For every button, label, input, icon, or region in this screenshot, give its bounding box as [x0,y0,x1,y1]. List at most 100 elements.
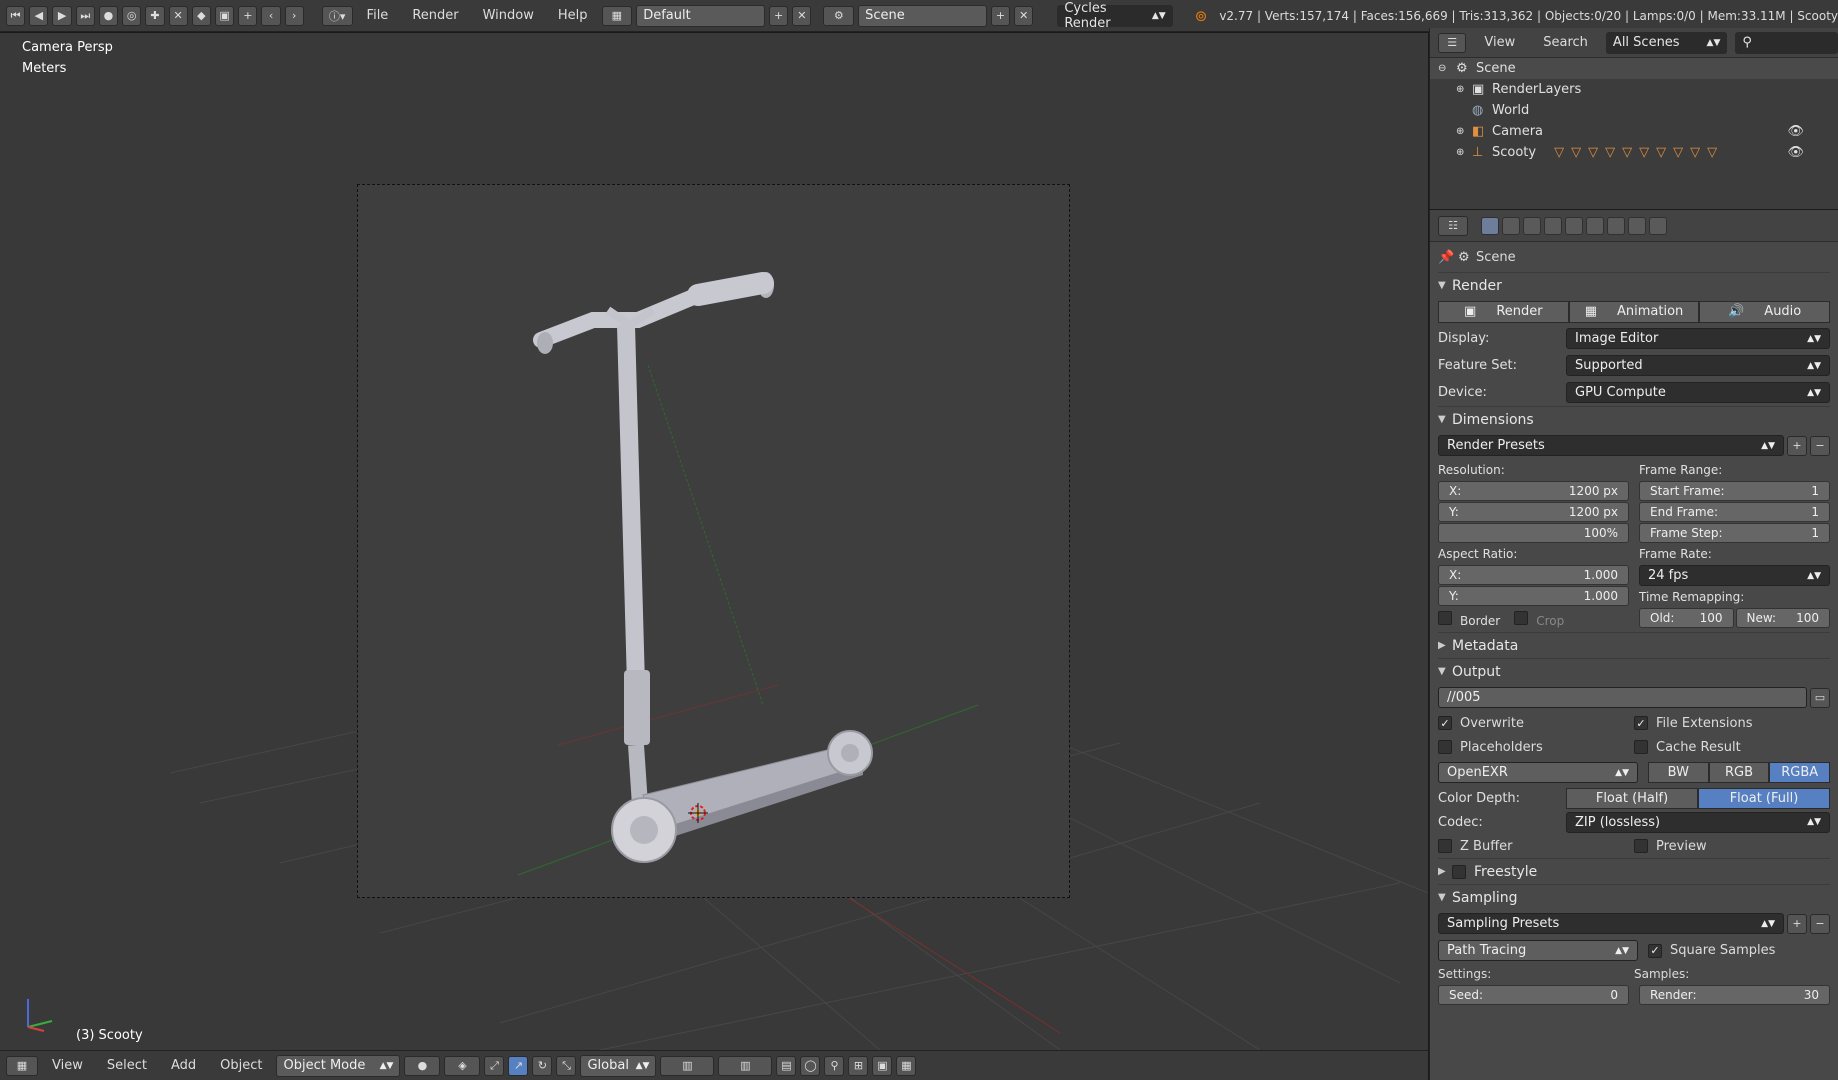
next-arrow-icon[interactable]: › [284,5,304,26]
outliner-filter-select[interactable]: All Scenes ▲▼ [1605,31,1728,54]
camera-icon[interactable]: ▣ [214,5,235,26]
color-rgb-button[interactable]: RGB [1708,762,1770,783]
render-button[interactable]: ▣ Render [1438,300,1569,323]
menu-file[interactable]: File [357,8,399,23]
resolution-x-field[interactable]: X: 1200 px [1438,481,1629,501]
rotate-icon[interactable]: ↻ [532,1055,553,1076]
properties-editor-icon[interactable]: ☷ [1438,215,1468,236]
menu-view[interactable]: View [42,1058,93,1073]
outliner-editor-icon[interactable]: ☰ [1438,32,1467,53]
scene-add-icon[interactable]: + [990,5,1011,26]
pivot-icon[interactable]: ◈ [444,1055,481,1076]
outliner-item-camera[interactable]: ⊕ ◧ Camera 👁 [1430,121,1838,142]
sampling-presets-select[interactable]: Sampling Presets ▲▼ [1438,913,1784,934]
record-icon[interactable]: ● [98,5,119,26]
jump-end-icon[interactable]: ⏭ [75,5,95,26]
color-rgba-button[interactable]: RGBA [1769,762,1831,783]
scene-tab-icon[interactable] [1523,216,1541,235]
scene-icon[interactable]: ⚙ [823,5,855,26]
layout-close-icon[interactable]: ✕ [792,5,812,26]
layout-icon[interactable]: ▦ [601,5,633,26]
display-select[interactable]: Image Editor ▲▼ [1566,328,1830,349]
lock-icon[interactable]: ▤ [776,1055,797,1076]
translate-icon[interactable]: ↗ [508,1055,529,1076]
outliner-item-world[interactable]: ◍ World [1430,100,1838,121]
placeholders-checkbox[interactable]: Placeholders [1438,740,1634,755]
output-panel-header[interactable]: ▼ Output [1438,658,1830,684]
editor-type-icon[interactable]: ▦ [6,1055,38,1076]
orientation-select[interactable]: Global ▲▼ [580,1054,657,1077]
border-checkbox[interactable]: Border [1438,610,1500,628]
crop-checkbox[interactable]: Crop [1514,610,1564,628]
world-tab-icon[interactable] [1544,216,1562,235]
overwrite-checkbox[interactable]: ✓ Overwrite [1438,716,1634,731]
freestyle-panel-header[interactable]: ▶ Freestyle [1438,858,1830,884]
object-tab-icon[interactable] [1565,216,1583,235]
outliner-item-scooty[interactable]: ⊕ ⊥ Scooty ▽▽▽▽▽▽▽▽▽▽ 👁 [1430,142,1838,163]
metadata-panel-header[interactable]: ▶ Metadata [1438,632,1830,658]
play-icon[interactable]: ▶ [52,5,72,26]
prev-arrow-icon[interactable]: ‹ [261,5,281,26]
folder-icon[interactable]: ▭ [1810,687,1830,708]
seed-field[interactable]: Seed: 0 [1438,985,1629,1005]
menu-add[interactable]: Add [161,1058,206,1073]
menu-select[interactable]: Select [97,1058,157,1073]
aspect-x-field[interactable]: X: 1.000 [1438,565,1629,585]
jump-start-icon[interactable]: ⏮ [6,5,26,26]
color-bw-button[interactable]: BW [1648,762,1709,783]
scale-icon[interactable]: ⤡ [556,1055,577,1076]
layout-field[interactable]: Default [636,4,765,27]
scene-close-icon[interactable]: ✕ [1014,5,1034,26]
sampling-panel-header[interactable]: ▼ Sampling [1438,884,1830,910]
menu-window[interactable]: Window [473,8,544,23]
render-engine-select[interactable]: Cycles Render ▲▼ [1057,1,1173,31]
snap-target-icon[interactable]: ⊞ [848,1055,869,1076]
output-path-input[interactable]: //005 [1438,687,1807,708]
remap-new-field[interactable]: New: 100 [1735,608,1830,628]
mode-select[interactable]: Object Mode ▲▼ [276,1054,401,1077]
manipulator-icon[interactable]: ⤢ [484,1055,505,1076]
render-samples-field[interactable]: Render: 30 [1639,985,1830,1005]
menu-object[interactable]: Object [210,1058,272,1073]
keying-icon[interactable]: ◎ [122,5,142,26]
snap-icon[interactable]: ⚲ [824,1055,845,1076]
preset-remove-icon[interactable]: − [1810,913,1830,934]
frame-step-field[interactable]: Frame Step: 1 [1639,523,1830,543]
resolution-percent-field[interactable]: 100% [1438,523,1629,543]
checkbox-icon[interactable] [1452,864,1466,879]
outliner-menu-view[interactable]: View [1474,35,1525,50]
device-select[interactable]: GPU Compute ▲▼ [1566,382,1830,403]
info-editor-icon[interactable]: ⓘ▾ [321,5,353,26]
outliner-menu-search[interactable]: Search [1533,35,1598,50]
proportional-icon[interactable]: ◯ [800,1055,821,1076]
render-presets-select[interactable]: Render Presets ▲▼ [1438,435,1784,456]
float-full-button[interactable]: Float (Full) [1698,787,1830,809]
aspect-y-field[interactable]: Y: 1.000 [1438,586,1629,606]
zbuffer-checkbox[interactable]: Z Buffer [1438,839,1634,854]
play-reverse-icon[interactable]: ◀ [29,5,49,26]
3d-viewport[interactable]: Camera Persp Meters (3) Scooty [0,33,1428,1050]
add-icon[interactable]: + [238,5,258,26]
float-half-button[interactable]: Float (Half) [1566,787,1698,809]
render-panel-header[interactable]: ▼ Render [1438,272,1830,298]
preset-remove-icon[interactable]: − [1810,435,1830,456]
render-layers-tab-icon[interactable] [1502,216,1520,235]
outliner-search-input[interactable]: ⚲ [1735,31,1838,54]
resolution-y-field[interactable]: Y: 1200 px [1438,502,1629,522]
shield-icon[interactable]: ◆ [191,5,211,26]
modifiers-tab-icon[interactable] [1607,216,1625,235]
render-view-icon[interactable]: ▣ [872,1055,893,1076]
remap-old-field[interactable]: Old: 100 [1639,608,1734,628]
pin-icon[interactable]: 📌 [1438,250,1458,265]
shading-icon[interactable]: ● [404,1055,441,1076]
key-remove-icon[interactable]: ✕ [168,5,188,26]
data-tab-icon[interactable] [1628,216,1646,235]
layout-add-icon[interactable]: + [768,5,789,26]
render-tab-icon[interactable] [1481,216,1499,235]
dimensions-panel-header[interactable]: ▼ Dimensions [1438,406,1830,432]
preview-checkbox[interactable]: Preview [1634,839,1830,854]
animation-button[interactable]: ▦ Animation [1568,300,1700,323]
integrator-select[interactable]: Path Tracing ▲▼ [1438,940,1638,961]
frame-rate-select[interactable]: 24 fps ▲▼ [1639,565,1830,586]
menu-help[interactable]: Help [548,8,598,23]
